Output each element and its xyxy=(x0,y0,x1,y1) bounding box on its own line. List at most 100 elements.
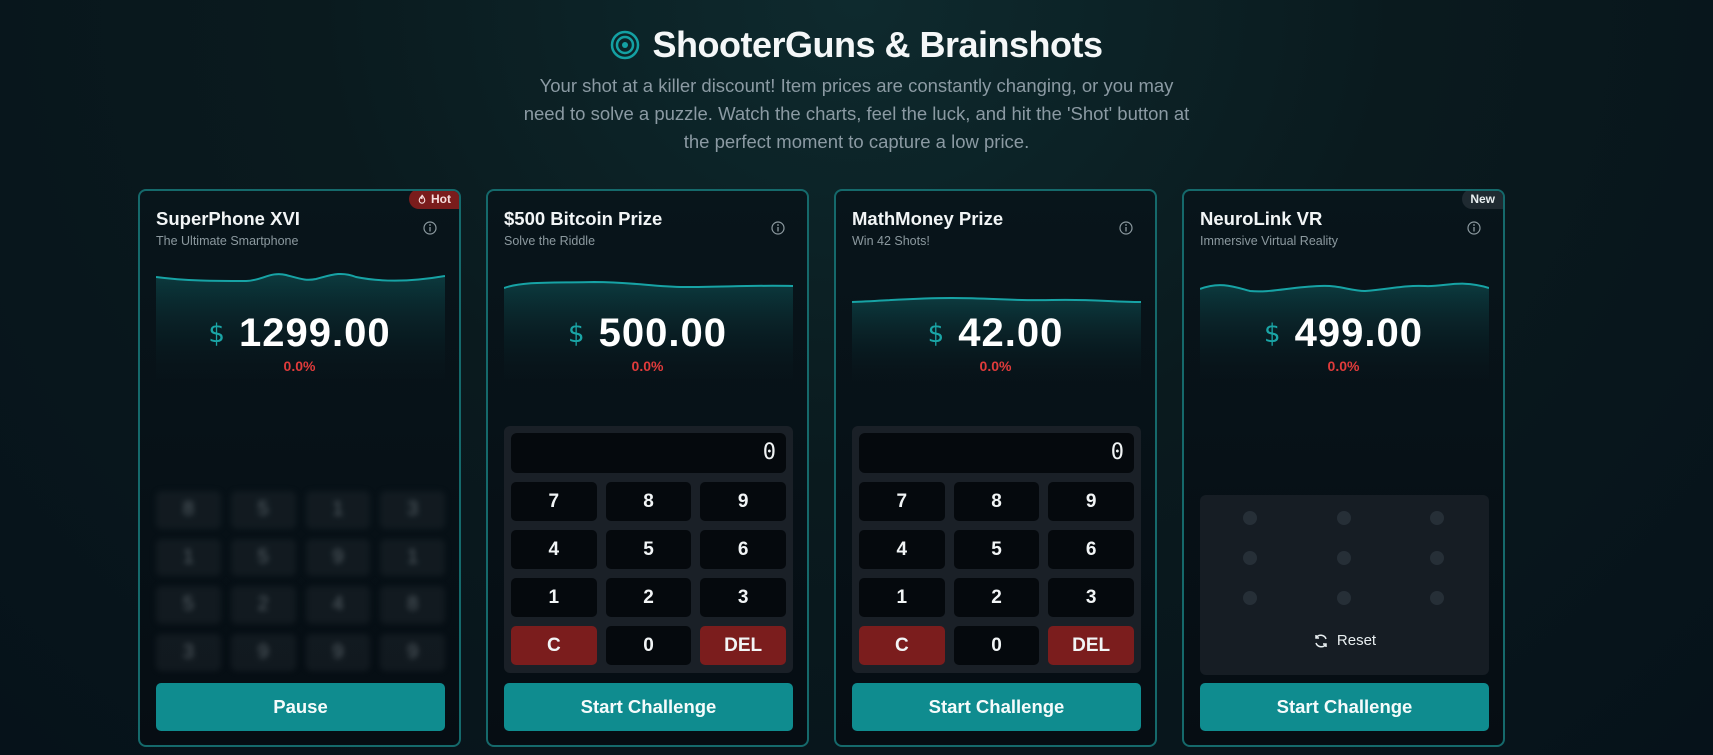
keypad-display: 0 xyxy=(859,433,1134,473)
product-card-superphone: Hot SuperPhone XVI The Ultimate Smartpho… xyxy=(138,189,461,747)
info-icon[interactable] xyxy=(1119,221,1133,235)
card-title: MathMoney Prize xyxy=(852,208,1004,229)
start-challenge-button[interactable]: Start Challenge xyxy=(504,683,793,731)
info-icon[interactable] xyxy=(771,221,785,235)
keypad-display: 0 xyxy=(511,433,786,473)
pattern-dot[interactable] xyxy=(1430,551,1444,565)
hot-badge: Hot xyxy=(409,191,459,209)
key-3[interactable]: 3 xyxy=(1048,578,1134,617)
target-icon xyxy=(611,30,640,60)
key-9[interactable]: 9 xyxy=(700,482,786,521)
hidden-digit: 1 xyxy=(305,491,371,529)
hidden-digit: 5 xyxy=(230,538,296,576)
clear-key[interactable]: C xyxy=(859,626,945,665)
start-challenge-button[interactable]: Start Challenge xyxy=(1200,683,1489,731)
card-title: NeuroLink VR xyxy=(1200,208,1323,229)
flame-icon xyxy=(418,194,426,204)
info-icon[interactable] xyxy=(423,221,437,235)
pattern-dot[interactable] xyxy=(1430,591,1444,605)
pattern-dot[interactable] xyxy=(1243,591,1257,605)
price-change: 0.0% xyxy=(631,358,664,374)
delete-key[interactable]: DEL xyxy=(1048,626,1134,665)
hidden-digit: 9 xyxy=(305,538,371,576)
hidden-digit: 1 xyxy=(156,538,221,576)
currency-symbol: $ xyxy=(1264,318,1281,349)
hidden-digit: 9 xyxy=(380,633,445,671)
key-1[interactable]: 1 xyxy=(859,578,945,617)
card-title: $500 Bitcoin Prize xyxy=(504,208,663,229)
price-change: 0.0% xyxy=(1327,358,1360,374)
card-tagline: Solve the Riddle xyxy=(504,234,596,248)
currency-symbol: $ xyxy=(208,318,225,349)
product-card-bitcoin: $500 Bitcoin Prize Solve the Riddle $ 50… xyxy=(486,189,809,747)
hidden-digit: 9 xyxy=(230,633,296,671)
hidden-digit: 8 xyxy=(380,586,445,624)
hidden-digit: 3 xyxy=(156,633,221,671)
currency-symbol: $ xyxy=(927,318,945,349)
hidden-digit: 2 xyxy=(230,586,296,624)
pattern-dot[interactable] xyxy=(1337,591,1351,605)
key-7[interactable]: 7 xyxy=(859,482,945,521)
reset-button[interactable]: Reset xyxy=(1200,632,1489,649)
page-header: ShooterGuns & Brainshots Your shot at a … xyxy=(0,0,1713,156)
key-6[interactable]: 6 xyxy=(700,530,786,569)
price-display: $ 500.00 xyxy=(488,311,807,356)
pattern-dot[interactable] xyxy=(1430,511,1444,525)
key-8[interactable]: 8 xyxy=(605,482,692,521)
key-4[interactable]: 4 xyxy=(511,530,597,569)
key-2[interactable]: 2 xyxy=(953,578,1040,617)
price-display: $ 499.00 xyxy=(1184,311,1503,356)
pattern-dot[interactable] xyxy=(1337,551,1351,565)
key-3[interactable]: 3 xyxy=(700,578,786,617)
card-title: SuperPhone XVI xyxy=(156,208,300,229)
pause-button[interactable]: Pause xyxy=(156,683,445,731)
price-value: 1299.00 xyxy=(238,311,391,355)
key-1[interactable]: 1 xyxy=(511,578,597,617)
key-6[interactable]: 6 xyxy=(1048,530,1134,569)
key-5[interactable]: 5 xyxy=(605,530,692,569)
number-keypad: 0 7 8 9 4 5 6 1 2 3 C 0 DEL xyxy=(504,426,793,673)
pattern-lock: Reset xyxy=(1200,495,1489,675)
hidden-digit: 9 xyxy=(305,633,371,671)
key-0[interactable]: 0 xyxy=(953,626,1040,665)
price-change: 0.0% xyxy=(283,358,316,374)
card-tagline: Immersive Virtual Reality xyxy=(1200,234,1339,248)
card-tagline: The Ultimate Smartphone xyxy=(156,234,299,248)
info-icon[interactable] xyxy=(1467,221,1481,235)
product-card-mathmoney: MathMoney Prize Win 42 Shots! $ 42.00 0.… xyxy=(834,189,1157,747)
delete-key[interactable]: DEL xyxy=(700,626,786,665)
key-0[interactable]: 0 xyxy=(605,626,692,665)
price-value: 500.00 xyxy=(598,311,727,355)
clear-key[interactable]: C xyxy=(511,626,597,665)
key-4[interactable]: 4 xyxy=(859,530,945,569)
page-subtitle: Your shot at a killer discount! Item pri… xyxy=(523,75,1190,152)
reset-label: Reset xyxy=(1336,632,1377,649)
key-5[interactable]: 5 xyxy=(953,530,1040,569)
pattern-dot[interactable] xyxy=(1337,511,1351,525)
price-change: 0.0% xyxy=(979,358,1012,374)
page-title: ShooterGuns & Brainshots xyxy=(652,24,1103,65)
currency-symbol: $ xyxy=(568,318,585,349)
key-2[interactable]: 2 xyxy=(605,578,692,617)
key-7[interactable]: 7 xyxy=(511,482,597,521)
pattern-dot[interactable] xyxy=(1243,511,1257,525)
price-value: 42.00 xyxy=(958,311,1064,355)
hidden-digit: 5 xyxy=(230,491,296,529)
price-display: $ 1299.00 xyxy=(140,311,459,356)
pattern-dot[interactable] xyxy=(1243,551,1257,565)
new-badge: New xyxy=(1462,191,1503,209)
number-keypad: 0 7 8 9 4 5 6 1 2 3 C 0 DEL xyxy=(852,426,1141,673)
key-8[interactable]: 8 xyxy=(953,482,1040,521)
key-9[interactable]: 9 xyxy=(1048,482,1134,521)
hidden-digit: 8 xyxy=(156,491,221,529)
start-challenge-button[interactable]: Start Challenge xyxy=(852,683,1141,731)
title-row: ShooterGuns & Brainshots xyxy=(0,24,1713,66)
hidden-digit: 5 xyxy=(156,586,221,624)
hidden-digit: 3 xyxy=(380,491,445,529)
badge-label: New xyxy=(1470,192,1495,206)
hidden-digit: 1 xyxy=(380,538,445,576)
hidden-digit-grid: 8 5 1 3 1 5 9 1 5 2 4 8 3 9 9 9 xyxy=(156,491,445,671)
refresh-icon xyxy=(1315,633,1327,648)
hidden-digit: 4 xyxy=(305,586,371,624)
price-value: 499.00 xyxy=(1294,311,1423,355)
